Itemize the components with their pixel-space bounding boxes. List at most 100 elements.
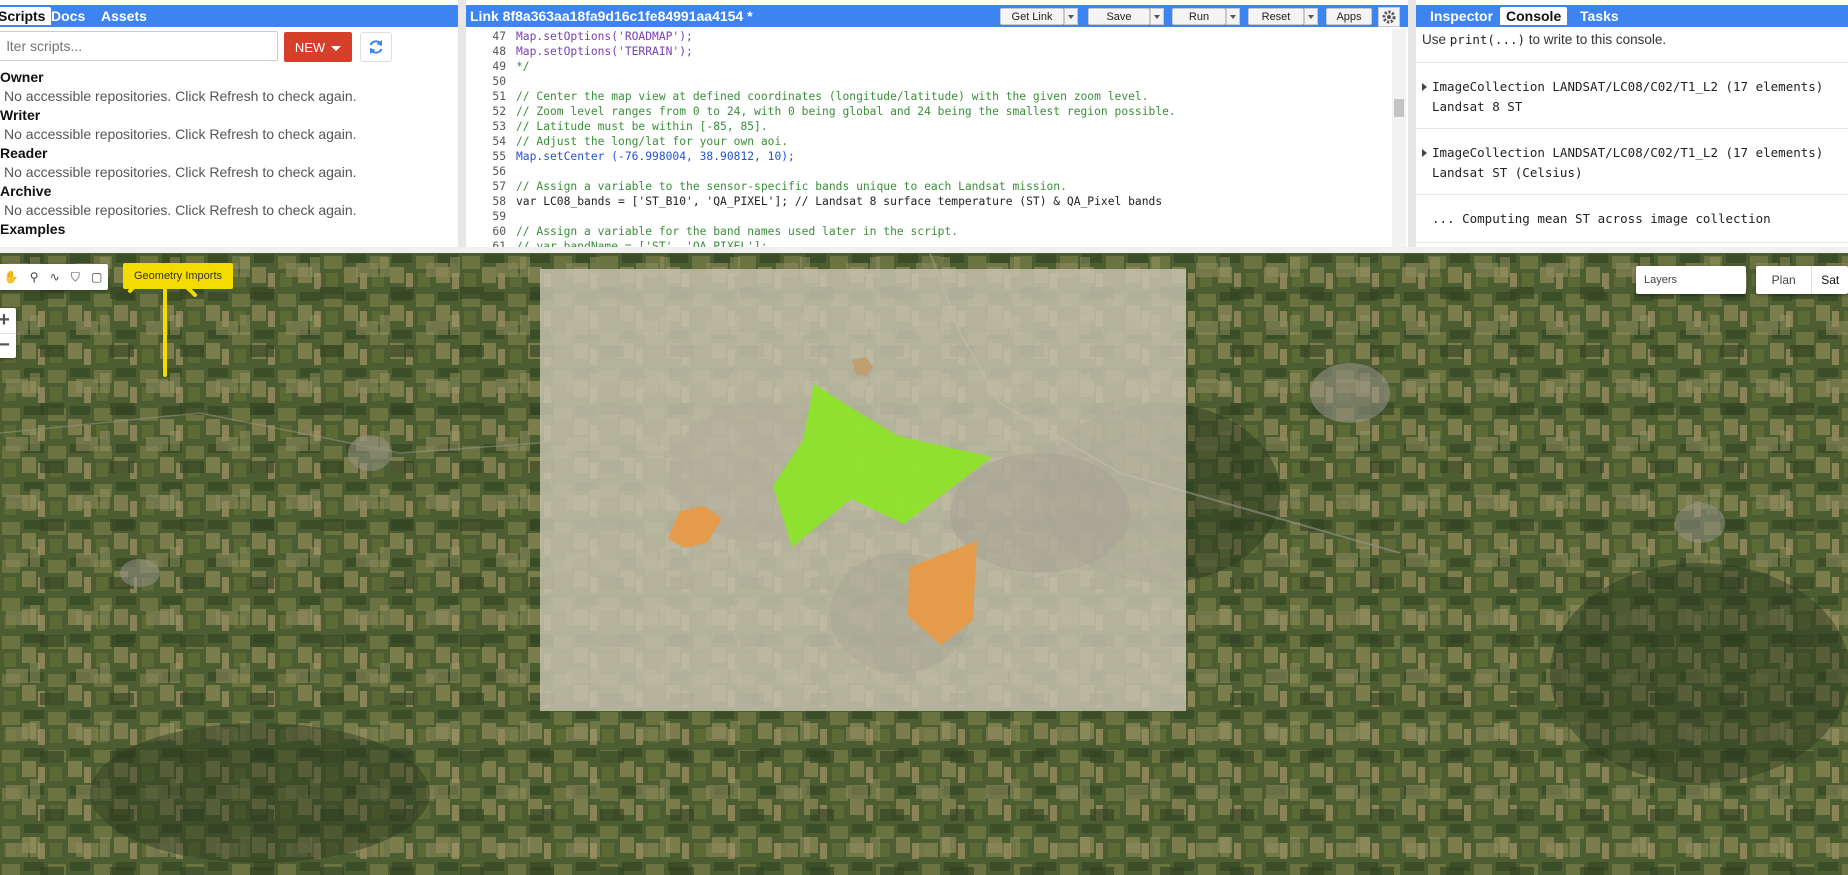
section-writer-title[interactable]: Writer [0,107,40,123]
line-number: 53 [492,120,506,133]
expand-triangle-icon[interactable] [1422,149,1427,157]
console-divider [1416,194,1848,195]
editor-scroll-thumb[interactable] [1394,99,1404,117]
get-link-dropdown[interactable] [1064,8,1078,25]
line-number: 50 [492,75,506,88]
console-status: ... Computing mean ST across image colle… [1432,211,1771,226]
map-view[interactable]: ✋ ⚲ ∿ ⛉ ▢ Geometry Imports + − Layers Pl… [0,253,1848,875]
editor-scrollbar[interactable] [1392,29,1406,251]
code-area[interactable]: 47 Map.setOptions('ROADMAP'); 48 Map.setOp… [466,29,1392,251]
map-type-satellite[interactable]: Sat [1812,266,1848,294]
console-entry-header[interactable]: ImageCollection LANDSAT/LC08/C02/T1_L2 (… [1422,79,1823,94]
section-examples-title[interactable]: Examples [0,221,65,237]
code-line: 52 // Zoom level ranges from 0 to 24, wit… [466,104,1175,119]
console-entry-text: ImageCollection LANDSAT/LC08/C02/T1_L2 (… [1432,79,1824,94]
reset-button[interactable]: Reset [1248,8,1304,25]
console-hint: Use print(...) to write to this console. [1422,32,1666,47]
settings-button[interactable] [1378,7,1400,27]
section-archive-title[interactable]: Archive [0,183,51,199]
code-line: 59 [466,209,516,224]
code-line: 48 Map.setOptions('TERRAIN'); [466,44,692,59]
section-reader-title[interactable]: Reader [0,145,47,161]
line-number: 56 [492,165,506,178]
console-panel: Inspector Console Tasks Use print(...) t… [1416,0,1848,253]
gear-icon [1382,10,1396,24]
code-text: // Latitude must be within [-85, 85]. [516,120,768,133]
tab-docs[interactable]: Docs [45,7,91,25]
rectangle-icon[interactable]: ▢ [91,270,102,284]
right-splitter[interactable] [1408,0,1416,253]
tab-inspector[interactable]: Inspector [1424,7,1499,25]
save-dropdown[interactable] [1150,8,1164,25]
run-button[interactable]: Run [1172,8,1226,25]
line-number: 54 [492,135,506,148]
code-line: 50 [466,74,516,89]
tab-assets[interactable]: Assets [95,7,153,25]
zoom-out-button[interactable]: − [0,333,16,359]
apps-button[interactable]: Apps [1326,8,1372,25]
left-tab-bar: Scripts Docs Assets [0,5,458,27]
console-hint-suffix: to write to this console. [1525,32,1667,47]
code-text: */ [516,60,530,73]
layers-control[interactable]: Layers [1636,266,1746,294]
code-text: Map.setOptions('ROADMAP'); [516,30,693,43]
code-line: 56 [466,164,516,179]
code-line: 53 // Latitude must be within [-85, 85]. [466,119,768,134]
map-type-plan[interactable]: Plan [1756,266,1813,294]
code-line: 57 // Assign a variable to the sensor-spe… [466,179,1067,194]
expand-triangle-icon[interactable] [1422,83,1427,91]
tab-console[interactable]: Console [1500,7,1568,25]
section-reader-message: No accessible repositories. Click Refres… [4,164,357,180]
code-text: // Assign a variable to the sensor-speci… [516,180,1067,193]
marker-icon[interactable]: ⚲ [30,270,39,284]
satellite-imagery[interactable] [0,253,1848,875]
console-entry-header[interactable]: ImageCollection LANDSAT/LC08/C02/T1_L2 (… [1422,145,1823,160]
left-splitter[interactable] [458,0,466,253]
console-entry-text: ImageCollection LANDSAT/LC08/C02/T1_L2 (… [1432,145,1824,160]
section-writer-message: No accessible repositories. Click Refres… [4,126,357,142]
tab-tasks[interactable]: Tasks [1574,7,1625,25]
scripts-panel: Scripts Docs Assets NEW Owner No accessi… [0,0,458,253]
save-button[interactable]: Save [1088,8,1150,25]
line-number: 55 [492,150,506,163]
map-type-control: Plan Sat [1756,266,1848,294]
run-dropdown[interactable] [1226,8,1240,25]
code-text: // Adjust the long/lat for your own aoi. [516,135,789,148]
section-owner-message: No accessible repositories. Click Refres… [4,88,357,104]
line-number: 52 [492,105,506,118]
line-number: 60 [492,225,506,238]
editor-toolbar: Link 8f8a363aa18fa9d16c1fe84991aa4154 * … [466,5,1408,27]
refresh-icon [369,40,383,54]
line-number: 51 [492,90,506,103]
drawing-toolbar: ✋ ⚲ ∿ ⛉ ▢ [0,264,108,290]
new-button[interactable]: NEW [284,32,352,62]
refresh-button[interactable] [360,32,392,62]
code-line: 51 // Center the map view at defined coor… [466,89,1148,104]
polygon-icon[interactable]: ⛉ [71,270,80,285]
console-divider [1416,62,1848,63]
line-icon[interactable]: ∿ [50,270,60,284]
get-link-button[interactable]: Get Link [1000,8,1064,25]
code-line: 60 // Assign a variable for the band name… [466,224,958,239]
code-text: var LC08_bands = ['ST_B10', 'QA_PIXEL'];… [516,195,1163,208]
section-owner-title[interactable]: Owner [0,69,44,85]
pan-hand-icon[interactable]: ✋ [4,270,19,284]
line-number: 49 [492,60,506,73]
console-divider [1416,242,1848,243]
line-number: 59 [492,210,506,223]
code-line: 47 Map.setOptions('ROADMAP'); [466,29,693,44]
code-text: // Assign a variable for the band names … [516,225,959,238]
console-entry-label: Landsat 8 ST [1432,99,1523,114]
code-editor-panel: Link 8f8a363aa18fa9d16c1fe84991aa4154 * … [466,0,1408,253]
reset-dropdown[interactable] [1304,8,1318,25]
tab-scripts[interactable]: Scripts [0,7,52,25]
right-tab-bar: Inspector Console Tasks [1416,5,1848,27]
geometry-imports-button[interactable]: Geometry Imports [123,263,233,289]
console-hint-code: print(...) [1449,32,1526,47]
console-divider [1416,128,1848,129]
line-number: 57 [492,180,506,193]
zoom-in-button[interactable]: + [0,308,16,333]
filter-scripts-input[interactable] [0,31,278,61]
section-archive-message: No accessible repositories. Click Refres… [4,202,357,218]
console-hint-prefix: Use [1422,32,1450,47]
